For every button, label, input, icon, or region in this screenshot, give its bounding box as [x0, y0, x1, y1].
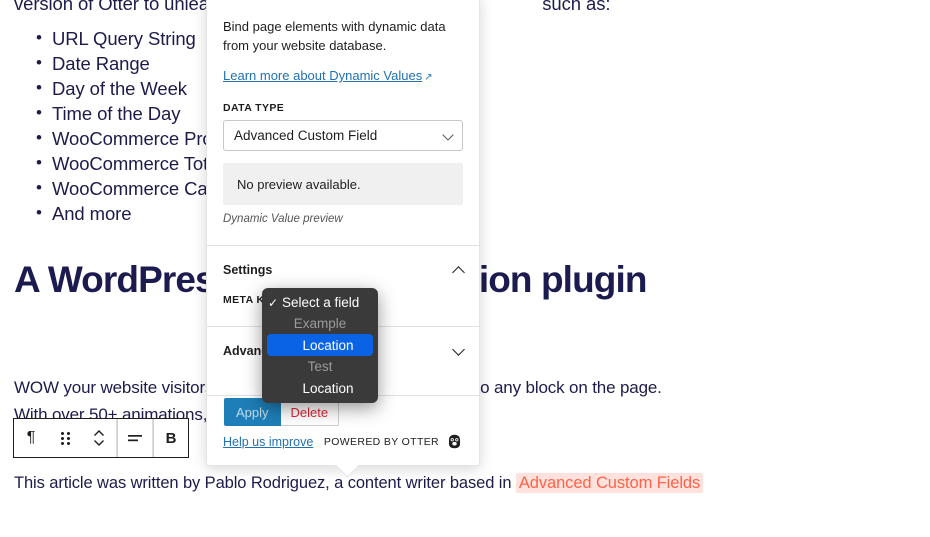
align-icon[interactable] [118, 419, 152, 457]
article-byline: This article was written by Pablo Rodrig… [14, 471, 714, 496]
drag-handle-icon[interactable] [48, 419, 82, 457]
move-up-down-icon[interactable] [82, 419, 116, 457]
powered-by-label: POWERED BY OTTER [323, 435, 439, 448]
external-link-icon: ↗ [424, 72, 433, 83]
dropdown-group-example: Example [293, 316, 347, 331]
data-type-selected-value: Advanced Custom Field [234, 128, 378, 143]
data-type-select[interactable]: Advanced Custom Field [223, 120, 463, 151]
block-toolbar[interactable]: ¶ B [13, 418, 189, 458]
popover-footer: Help us improve POWERED BY OTTER [207, 433, 479, 450]
block-toolbar-group-align [118, 419, 153, 457]
truncated-intro-start: version of Otter to unleash [14, 0, 229, 14]
block-toolbar-group-block: ¶ [14, 419, 117, 457]
check-icon: ✓ [268, 295, 279, 310]
truncated-intro-end: such as: [542, 0, 611, 14]
chevron-up-icon [452, 265, 465, 279]
byline-highlighted-term: Advanced Custom Fields [515, 473, 704, 493]
dropdown-group-test: Test [307, 359, 333, 374]
bold-button[interactable]: B [154, 419, 188, 457]
dropdown-option-location-test[interactable]: Location [267, 377, 373, 399]
popover-intro-text: Bind page elements with dynamic data fro… [223, 19, 446, 53]
block-toolbar-group-format: B [154, 419, 188, 457]
dynamic-value-preview: No preview available. [223, 163, 463, 205]
meta-key-dropdown-menu[interactable]: ✓ Select a field Example Location Test L… [262, 288, 378, 403]
paragraph-icon[interactable]: ¶ [14, 419, 48, 457]
preview-caption: Dynamic Value preview [223, 213, 343, 225]
settings-accordion-header[interactable]: Settings [207, 246, 479, 294]
settings-label: Settings [223, 263, 273, 277]
dropdown-item-label: Select a field [282, 295, 360, 310]
chevron-down-icon [452, 342, 465, 356]
drag-dots [60, 431, 70, 445]
data-type-label: DATA TYPE [223, 102, 285, 114]
align-glyph [128, 435, 142, 442]
screenshot-root: version of Otter to unleash such as: URL … [0, 0, 930, 537]
help-us-improve-link[interactable]: Help us improve [223, 435, 313, 449]
feature-list: URL Query String Date Range Day of the W… [14, 25, 233, 226]
powered-by-otter: POWERED BY OTTER [324, 433, 463, 450]
byline-text: This article was written by Pablo Rodrig… [14, 474, 516, 492]
dropdown-option-location-example[interactable]: Location [267, 334, 373, 356]
learn-more-label: Learn more about Dynamic Values [223, 68, 423, 83]
dropdown-item-select-a-field[interactable]: ✓ Select a field [262, 292, 378, 313]
learn-more-link[interactable]: Learn more about Dynamic Values ↗ [223, 68, 433, 83]
chevron-down-icon [442, 128, 454, 141]
otter-logo-icon [448, 434, 461, 449]
chevron-up-down-glyph [94, 430, 104, 446]
